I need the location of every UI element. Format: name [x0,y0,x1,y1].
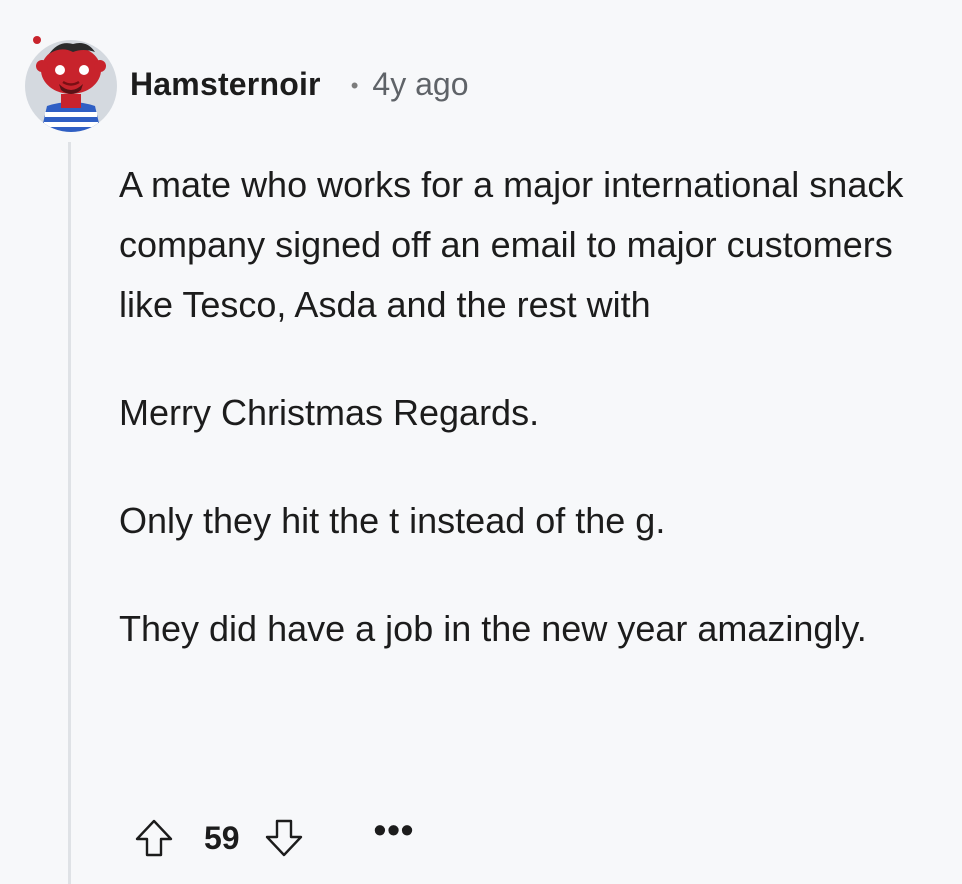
avatar[interactable] [25,32,117,132]
vote-score: 59 [204,819,240,856]
comment-paragraph: Merry Christmas Regards. [119,392,540,433]
comment-actions: 59 ••• [130,808,414,868]
username-link[interactable]: Hamsternoir [130,66,321,103]
meta-separator: • [350,73,359,98]
snoo-avatar-icon [25,36,117,132]
comment-header: Hamsternoir • 4y ago [130,62,468,106]
comment: Hamsternoir • 4y ago A mate who works fo… [0,0,962,884]
comment-paragraph: They did have a job in the new year amaz… [119,608,867,649]
upvote-button[interactable] [130,814,178,862]
comment-body: A mate who works for a major internation… [119,155,939,707]
more-options-button[interactable]: ••• [374,809,415,851]
thread-line[interactable] [68,142,71,884]
arrow-up-outline-icon [135,819,173,857]
comment-paragraph: Only they hit the t instead of the g. [119,500,666,541]
comment-age[interactable]: 4y ago [372,66,468,103]
downvote-button[interactable] [260,814,308,862]
arrow-down-outline-icon [265,819,302,857]
comment-paragraph: A mate who works for a major internation… [119,164,904,325]
